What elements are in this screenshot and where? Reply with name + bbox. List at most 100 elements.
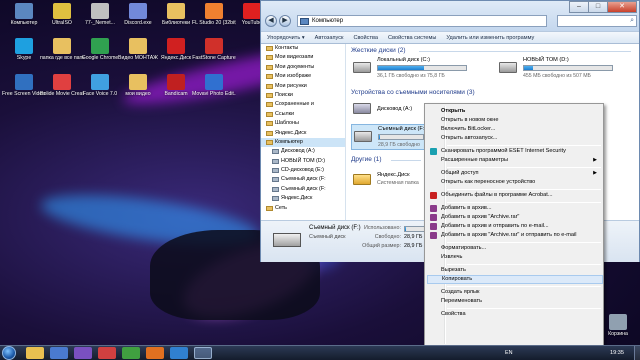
submenu-arrow-icon: ▶ bbox=[593, 170, 597, 176]
menu-item[interactable]: Добавить в архив и отправить по e-mail..… bbox=[427, 222, 603, 231]
folder-icon bbox=[266, 64, 273, 70]
nav-item[interactable]: Съемный диск (F: bbox=[261, 185, 345, 194]
minimize-button[interactable]: – bbox=[569, 1, 589, 13]
menu-item[interactable]: Объединить файлы в программе Acrobat... bbox=[427, 191, 603, 200]
organize-button[interactable]: Упорядочить ▾ bbox=[267, 35, 305, 41]
nav-item[interactable]: Поиски bbox=[261, 91, 345, 100]
menu-item[interactable]: Открыть как переносное устройство bbox=[427, 178, 603, 187]
nav-item[interactable]: Компьютер bbox=[261, 137, 345, 148]
group-divider bbox=[419, 51, 631, 52]
group-header-hard-drives[interactable]: Жесткие диски (2) bbox=[351, 47, 406, 54]
menu-item[interactable]: Извлечь bbox=[427, 253, 603, 262]
desktop-shortcut[interactable]: FastStone Capture bbox=[192, 38, 236, 61]
menu-item[interactable]: Сканировать программой ESET Internet Sec… bbox=[427, 147, 603, 156]
taskbar-explorer-button[interactable] bbox=[26, 347, 44, 359]
taskbar-app-button[interactable] bbox=[50, 347, 68, 359]
group-header-removable[interactable]: Устройства со съемными носителями (3) bbox=[351, 89, 475, 96]
menu-item[interactable]: Свойства bbox=[427, 310, 603, 319]
menu-item[interactable]: Копировать bbox=[427, 275, 603, 284]
drive-d[interactable]: НОВЫЙ ТОМ (D:) 455 МБ свободно из 507 МБ bbox=[497, 56, 617, 82]
winrar-icon bbox=[430, 223, 437, 230]
total-size-value: 28,9 ГБ bbox=[404, 243, 423, 249]
title-bar[interactable]: – □ ✕ ◀ ▶ Компьютер ⌕ bbox=[261, 1, 639, 31]
menu-item[interactable]: Добавить в архив "Archive.rar" bbox=[427, 213, 603, 222]
shortcut-label: Movavi Photo Edit... bbox=[192, 91, 236, 97]
eset-icon bbox=[430, 148, 437, 155]
drive-usage-bar bbox=[378, 134, 424, 140]
navigation-pane[interactable]: Контакты Мои видеозапи Мои документы Мои из… bbox=[261, 44, 346, 220]
winrar-icon bbox=[430, 205, 437, 212]
show-desktop-button[interactable] bbox=[634, 346, 640, 360]
menu-item-label: Создать ярлык bbox=[441, 289, 480, 295]
nav-item[interactable]: Сеть bbox=[261, 204, 345, 213]
menu-item-label: Общий доступ bbox=[441, 170, 479, 176]
menu-item[interactable]: Создать ярлык bbox=[427, 288, 603, 297]
close-button[interactable]: ✕ bbox=[607, 1, 637, 13]
drive-c[interactable]: Локальный диск (C:) 36,1 ГБ свободно из … bbox=[351, 56, 471, 82]
menu-item[interactable]: Расширенные параметры ▶ bbox=[427, 156, 603, 165]
nav-item-label: Дисковод (A:) bbox=[281, 148, 315, 155]
nav-item-label: Поиски bbox=[275, 91, 293, 98]
system-properties-button[interactable]: Свойства системы bbox=[388, 35, 436, 41]
menu-item[interactable]: Добавить в архив "Archive.rar" и отправи… bbox=[427, 231, 603, 240]
nav-item[interactable]: Ссылки bbox=[261, 110, 345, 119]
taskbar-explorer-window-button[interactable] bbox=[194, 347, 212, 359]
group-header-other[interactable]: Другие (1) bbox=[351, 156, 382, 163]
nav-item[interactable]: Дисковод (A:) bbox=[261, 147, 345, 156]
nav-item[interactable]: Яндекс.Диск bbox=[261, 194, 345, 203]
language-indicator[interactable]: EN bbox=[505, 350, 513, 356]
menu-item[interactable]: Включить BitLocker... bbox=[427, 125, 603, 134]
menu-item[interactable]: Форматировать... bbox=[427, 244, 603, 253]
autoplay-button[interactable]: Автозапуск bbox=[315, 35, 344, 41]
free-value: 28,9 ГБ bbox=[404, 234, 423, 240]
shortcut-icon bbox=[53, 38, 71, 54]
nav-item[interactable]: Мои видеозапи bbox=[261, 53, 345, 62]
details-drive-type: Съемный диск bbox=[309, 234, 346, 240]
search-input[interactable]: ⌕ bbox=[557, 15, 637, 27]
nav-item[interactable]: Мои рисунки bbox=[261, 82, 345, 91]
nav-item[interactable]: НОВЫЙ ТОМ (D:) bbox=[261, 157, 345, 166]
menu-item[interactable]: Вырезать bbox=[427, 266, 603, 275]
desktop-shortcut[interactable]: Movavi Photo Edit... bbox=[192, 74, 236, 97]
menu-item-label: Открыть bbox=[441, 108, 466, 114]
forward-button[interactable]: ▶ bbox=[279, 15, 291, 27]
maximize-button[interactable]: □ bbox=[588, 1, 608, 13]
drive-name: НОВЫЙ ТОМ (D:) bbox=[523, 57, 569, 63]
nav-item[interactable]: Шаблоны bbox=[261, 119, 345, 128]
drive-f[interactable]: Съемный диск (F:) 28,9 ГБ свободно bbox=[351, 124, 427, 150]
drive-free-space: 28,9 ГБ свободно bbox=[378, 142, 420, 148]
menu-item[interactable]: Открыть bbox=[427, 107, 603, 116]
menu-item[interactable]: Общий доступ ▶ bbox=[427, 169, 603, 178]
nav-item[interactable]: Контакты bbox=[261, 44, 345, 53]
menu-item[interactable]: Переименовать bbox=[427, 297, 603, 306]
nav-item[interactable]: Мои изображе bbox=[261, 72, 345, 81]
menu-item[interactable]: Добавить в архив... bbox=[427, 204, 603, 213]
nav-item[interactable]: Сохраненные и bbox=[261, 100, 345, 109]
taskbar-app-button[interactable] bbox=[98, 347, 116, 359]
folder-icon bbox=[266, 121, 273, 127]
address-bar[interactable]: Компьютер bbox=[297, 15, 547, 27]
clock[interactable]: 19:35 bbox=[610, 350, 624, 356]
shortcut-icon bbox=[243, 3, 261, 19]
nav-item[interactable]: CD-дисковод (E:) bbox=[261, 166, 345, 175]
menu-item-label: Расширенные параметры bbox=[441, 157, 508, 163]
menu-item[interactable]: Открыть автозапуск... bbox=[427, 134, 603, 143]
taskbar-app-button[interactable] bbox=[74, 347, 92, 359]
nav-item-label: Яндекс.Диск bbox=[275, 129, 307, 136]
nav-item[interactable]: Яндекс.Диск bbox=[261, 129, 345, 138]
taskbar-app-button[interactable] bbox=[170, 347, 188, 359]
properties-button[interactable]: Свойства bbox=[353, 35, 378, 41]
nav-item[interactable]: Мои документы bbox=[261, 63, 345, 72]
start-button[interactable] bbox=[2, 346, 16, 360]
menu-item-label: Копировать bbox=[442, 276, 473, 282]
details-usage-fill bbox=[405, 227, 406, 231]
shortcut-icon bbox=[15, 38, 33, 54]
menu-item[interactable]: Открыть в новом окне bbox=[427, 116, 603, 125]
taskbar-app-button[interactable] bbox=[146, 347, 164, 359]
nav-item[interactable]: Съемный диск (F: bbox=[261, 175, 345, 184]
nav-item-label: Мои изображе bbox=[275, 73, 312, 80]
taskbar: EN 19:35 bbox=[0, 345, 640, 360]
taskbar-app-button[interactable] bbox=[122, 347, 140, 359]
back-button[interactable]: ◀ bbox=[265, 15, 277, 27]
uninstall-program-button[interactable]: Удалить или изменить программу bbox=[446, 35, 534, 41]
